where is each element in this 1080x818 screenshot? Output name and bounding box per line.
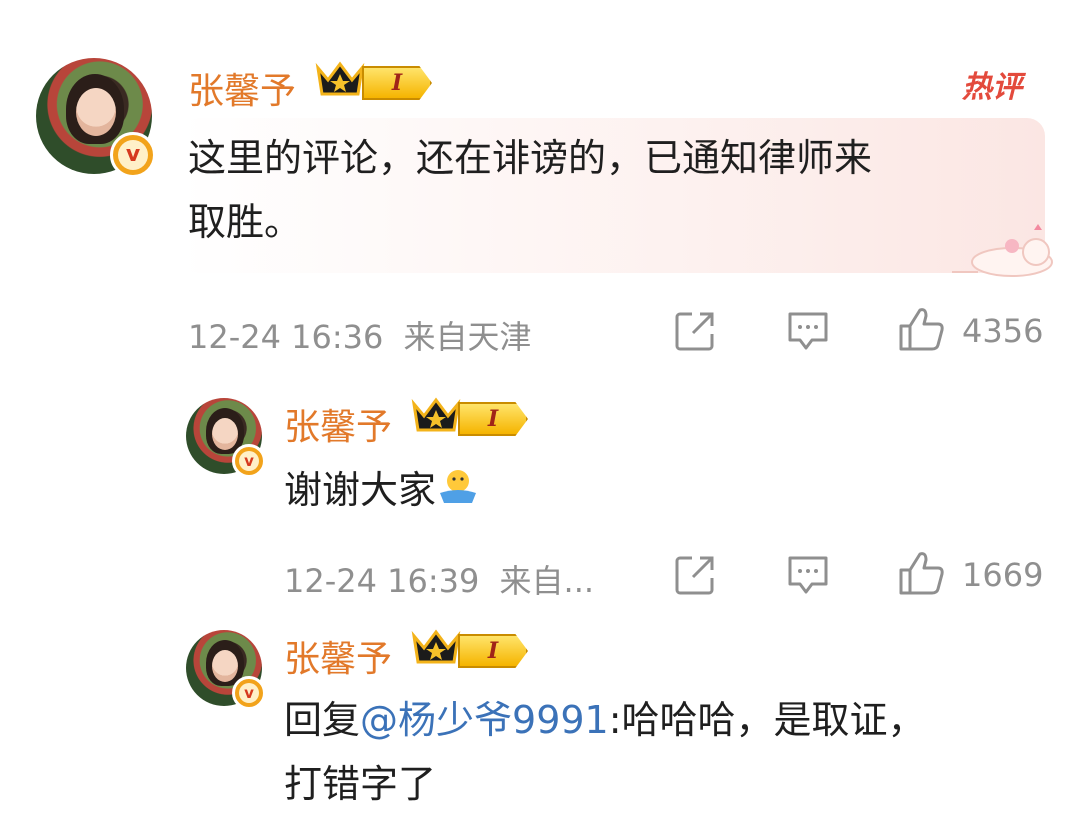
thumbs-up-icon[interactable] xyxy=(898,550,946,596)
avatar-face xyxy=(212,418,238,450)
level-badge: I xyxy=(458,634,528,668)
comment-time: 12-24 16:36 来自天津 xyxy=(188,312,532,358)
like-count: 1669 xyxy=(962,556,1044,594)
reply-content: 谢谢大家 xyxy=(284,458,480,522)
location: 来自... xyxy=(499,562,595,600)
share-icon[interactable] xyxy=(674,310,716,352)
reply-content-line: 打错字了 xyxy=(284,762,437,806)
reply-text: :哈哈哈，是取证， xyxy=(608,698,926,742)
location: 来自天津 xyxy=(403,318,532,356)
username[interactable]: 张馨予 xyxy=(188,62,296,114)
avatar-face xyxy=(212,650,238,682)
mention-link[interactable]: @杨少爷9991 xyxy=(360,698,609,742)
level-badge: I xyxy=(362,66,432,100)
crown-icon xyxy=(315,61,365,96)
level-badge: I xyxy=(458,402,528,436)
avatar-face xyxy=(76,88,116,136)
reply-text: 谢谢大家 xyxy=(284,468,437,512)
comment-icon[interactable] xyxy=(786,310,830,352)
timestamp: 12-24 16:39 xyxy=(284,562,480,600)
username[interactable]: 张馨予 xyxy=(284,630,392,682)
emoji-icon xyxy=(440,470,477,503)
reply-prefix: 回复 xyxy=(284,698,361,742)
crown-icon xyxy=(411,629,461,664)
thumbs-up-icon[interactable] xyxy=(898,306,946,352)
reply-content-line: 回复@杨少爷9991:哈哈哈，是取证， xyxy=(284,688,1044,752)
verified-v-icon: v xyxy=(110,132,156,178)
comment-content-line: 取胜。 xyxy=(188,200,303,244)
comment-content-line: 这里的评论，还在诽谤的，已通知律师来 xyxy=(188,136,873,180)
crown-icon xyxy=(411,397,461,432)
hot-comment-tag: 热评 xyxy=(962,70,1022,105)
verified-v-icon: v xyxy=(232,676,266,710)
reply-time: 12-24 16:39 来自... xyxy=(284,556,594,602)
comment-icon[interactable] xyxy=(786,554,830,596)
comment-content: 这里的评论，还在诽谤的，已通知律师来 取胜。 xyxy=(188,126,1028,254)
share-icon[interactable] xyxy=(674,554,716,596)
timestamp: 12-24 16:36 xyxy=(188,318,384,356)
decorative-cat-icon xyxy=(952,224,1053,277)
verified-v-icon: v xyxy=(232,444,266,478)
reply-content: 回复@杨少爷9991:哈哈哈，是取证， 打错字了 xyxy=(284,688,1044,816)
like-count: 4356 xyxy=(962,312,1044,350)
username[interactable]: 张馨予 xyxy=(284,398,392,450)
